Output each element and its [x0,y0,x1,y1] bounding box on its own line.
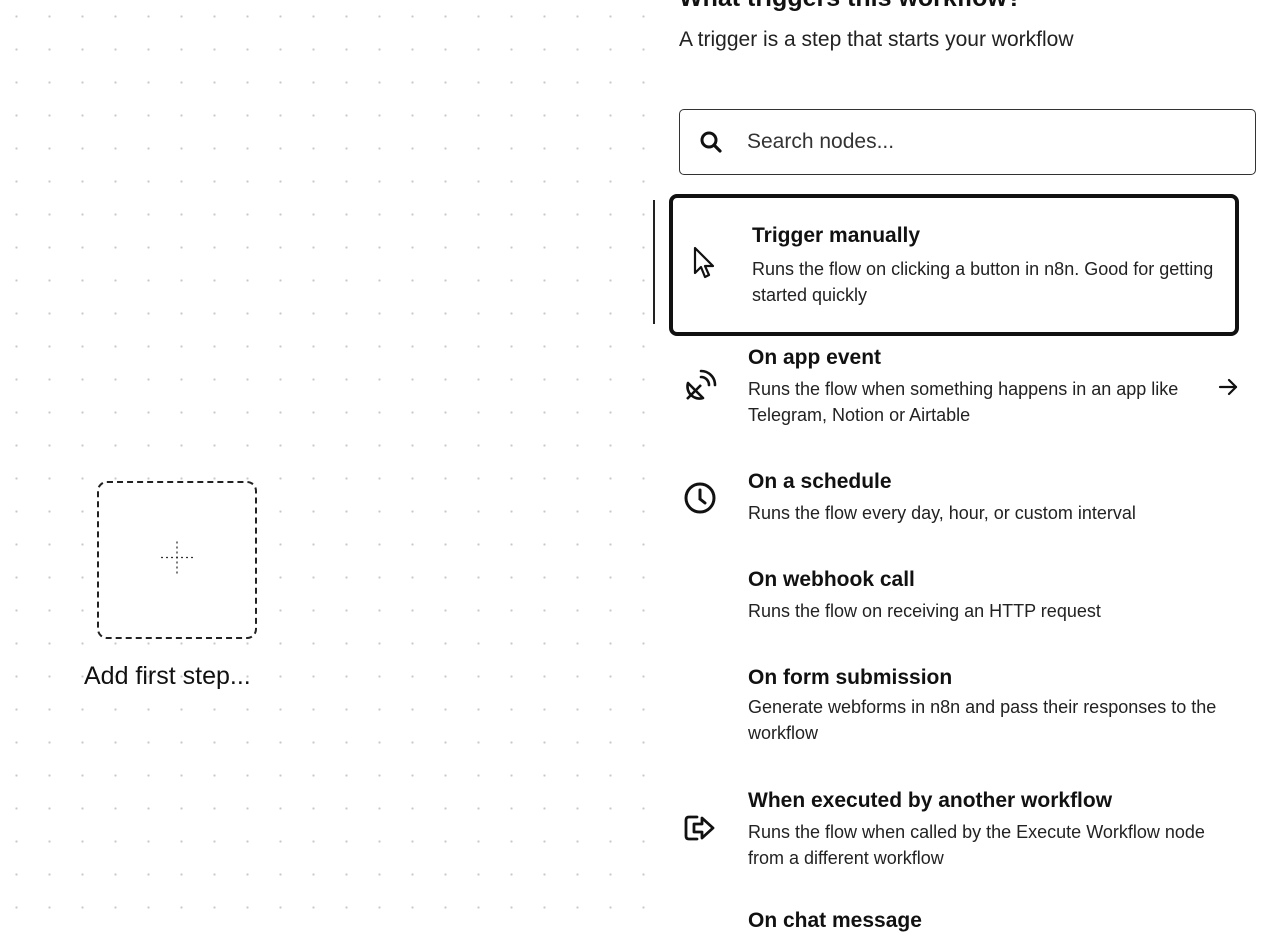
item-description: Runs the flow on receiving an HTTP reque… [748,601,1101,621]
search-input[interactable] [745,129,1229,155]
satellite-dish-icon [683,369,717,403]
item-title: On chat message [748,909,922,932]
trigger-item-webhook[interactable]: On webhook call Runs the flow on receivi… [669,566,1239,630]
sign-in-icon [683,811,717,845]
clock-icon [683,481,717,515]
item-description: Generate webforms in n8n and pass their … [748,697,1217,743]
item-description: Runs the flow every day, hour, or custom… [748,503,1136,523]
trigger-item-manual[interactable]: Trigger manually Runs the flow on clicki… [669,194,1239,336]
plus-icon [155,536,199,585]
panel-title: What triggers this workflow? [679,0,1022,13]
panel-divider [653,200,655,324]
item-title: On app event [748,346,882,369]
item-title: On webhook call [748,568,915,591]
item-description: Runs the flow when called by the Execute… [748,822,1205,868]
trigger-item-executed-by-workflow[interactable]: When executed by another workflow Runs t… [669,787,1239,877]
search-icon [699,130,723,154]
item-description: Runs the flow on clicking a button in n8… [752,259,1214,305]
trigger-item-app-event[interactable]: On app event Runs the flow when somethin… [669,344,1239,440]
item-title: On a schedule [748,470,892,493]
cursor-icon [687,245,721,279]
item-title: When executed by another workflow [748,789,1113,812]
arrow-right-icon [1217,376,1239,398]
item-title: On form submission [748,666,953,689]
trigger-item-chat-message[interactable]: On chat message [669,907,1239,937]
workflow-canvas[interactable] [0,0,650,927]
item-description: Runs the flow when something happens in … [748,379,1179,425]
trigger-item-form-submission[interactable]: On form submission Generate webforms in … [669,664,1239,754]
add-first-step-button[interactable] [97,481,257,639]
search-field[interactable] [679,109,1256,175]
item-title: Trigger manually [752,224,921,247]
add-first-step-label: Add first step... [84,662,251,690]
panel-subtitle: A trigger is a step that starts your wor… [679,28,1074,51]
trigger-item-schedule[interactable]: On a schedule Runs the flow every day, h… [669,468,1239,532]
